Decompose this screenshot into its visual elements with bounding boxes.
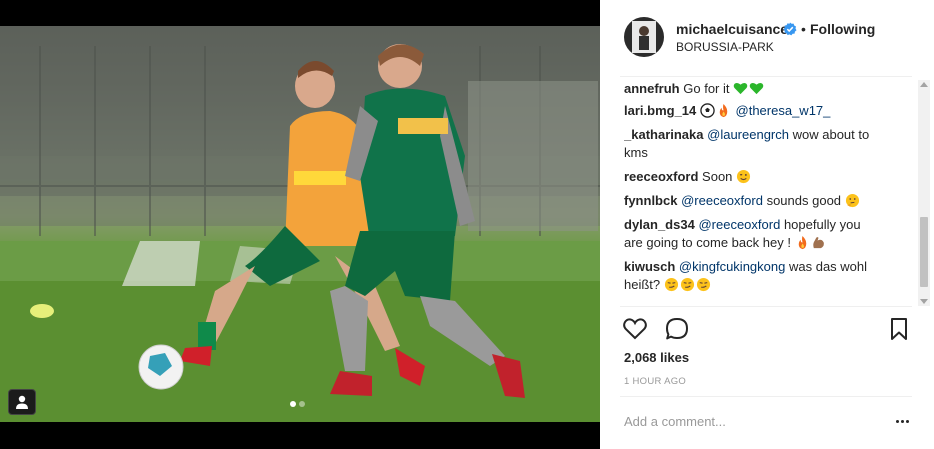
- comment-text: heißt?: [624, 277, 661, 292]
- winking-face-icon: [736, 169, 751, 184]
- comment-text: wow about to: [792, 127, 870, 142]
- flexed-biceps-icon: [812, 237, 824, 249]
- smirking-face-icon: [664, 277, 678, 292]
- carousel-dot[interactable]: [299, 401, 305, 407]
- add-comment-input[interactable]: Add a comment...: [624, 414, 726, 429]
- scroll-thumb[interactable]: [920, 217, 928, 287]
- soccer-ball-icon: [700, 103, 715, 118]
- header-divider: [620, 76, 912, 77]
- comment-mention[interactable]: @reeceoxford: [681, 193, 763, 208]
- comment-text: Go for it: [683, 81, 730, 96]
- comment-text: hopefully you: [783, 217, 861, 232]
- comment-item: lari.bmg_14 @theresa_w17_: [624, 102, 900, 120]
- comment-text: kms: [624, 145, 648, 160]
- smirking-face-icon: [696, 277, 710, 292]
- header-separator: •: [801, 21, 806, 37]
- comment-mention[interactable]: @theresa_w17_: [736, 103, 831, 118]
- carousel-dot-active[interactable]: [290, 401, 296, 407]
- post-media: [0, 0, 600, 449]
- post-photo[interactable]: [0, 26, 600, 422]
- avatar[interactable]: [624, 17, 664, 57]
- comment-text: sounds good: [766, 193, 842, 208]
- comment-item: _katharinaka @laureengrch wow about to k…: [624, 126, 900, 162]
- comment-text: was das wohl: [788, 259, 868, 274]
- comment-item: kiwusch @kingfcukingkong was das wohl he…: [624, 258, 900, 294]
- smirking-face-icon: [680, 277, 694, 292]
- comment-username[interactable]: kiwusch: [624, 259, 675, 274]
- comment-username[interactable]: dylan_ds34: [624, 217, 695, 232]
- speech-bubble-icon[interactable]: [664, 316, 690, 342]
- comment-username[interactable]: annefruh: [624, 81, 680, 96]
- comment-username[interactable]: fynnlbck: [624, 193, 677, 208]
- add-comment-divider: [620, 396, 912, 397]
- comment-item: reeceoxford Soon: [624, 168, 900, 186]
- post-header: michaelcuisance • Following BORUSSIA-PAR…: [600, 0, 934, 76]
- comment-mention[interactable]: @laureengrch: [707, 127, 789, 142]
- verified-badge-icon: [783, 22, 797, 36]
- comment-text: are going to come back hey !: [624, 235, 791, 250]
- ellipsis-icon[interactable]: [896, 420, 912, 426]
- fire-icon: [719, 103, 728, 118]
- comment-item: fynnlbck @reeceoxford sounds good: [624, 192, 900, 210]
- comment-mention[interactable]: @kingfcukingkong: [679, 259, 785, 274]
- post-timestamp[interactable]: 1 HOUR AGO: [624, 376, 686, 387]
- comment-item: annefruh Go for it: [624, 80, 900, 98]
- comments-list: annefruh Go for it lari.bmg_14 @theresa_…: [624, 78, 914, 305]
- fire-icon: [798, 235, 806, 250]
- bookmark-icon[interactable]: [886, 316, 912, 342]
- thinking-face-icon: [845, 193, 859, 208]
- comment-username[interactable]: reeceoxford: [624, 169, 698, 184]
- user-tag-button[interactable]: [8, 389, 36, 415]
- comment-item: dylan_ds34 @reeceoxford hopefully you ar…: [624, 216, 900, 252]
- photo-illustration: [0, 26, 600, 422]
- green-heart-icon: [733, 82, 748, 95]
- scroll-up-arrow-icon[interactable]: [920, 82, 928, 87]
- comment-text: Soon: [702, 169, 733, 184]
- comments-scrollbar[interactable]: [918, 80, 930, 306]
- person-tag-icon: [16, 395, 28, 409]
- green-heart-icon: [749, 82, 764, 95]
- scroll-down-arrow-icon[interactable]: [920, 299, 928, 304]
- following-button[interactable]: Following: [810, 21, 875, 37]
- avatar-image: [624, 17, 664, 57]
- likes-count[interactable]: 2,068 likes: [624, 350, 689, 365]
- comment-mention[interactable]: @reeceoxford: [698, 217, 780, 232]
- location-link[interactable]: BORUSSIA-PARK: [676, 40, 774, 54]
- comment-username[interactable]: lari.bmg_14: [624, 103, 696, 118]
- username-link[interactable]: michaelcuisance: [676, 21, 788, 37]
- post-panel: michaelcuisance • Following BORUSSIA-PAR…: [600, 0, 934, 449]
- actions-divider: [620, 306, 912, 307]
- heart-outline-icon[interactable]: [622, 316, 648, 342]
- comment-username[interactable]: _katharinaka: [624, 127, 704, 142]
